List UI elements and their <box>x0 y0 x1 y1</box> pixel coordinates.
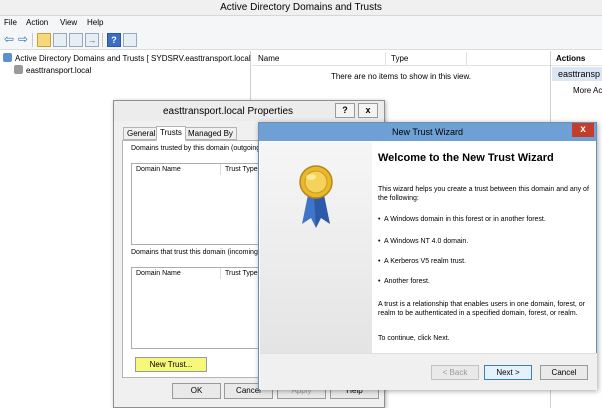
console-pane-icon[interactable] <box>123 33 137 47</box>
domains-trusts-icon <box>3 53 12 62</box>
wizard-title: New Trust Wizard <box>391 127 463 137</box>
outgoing-trusts-list[interactable]: Domain Name Trust Type <box>131 163 261 245</box>
column-header-domain-name[interactable]: Domain Name <box>136 270 181 277</box>
export-list-icon[interactable]: → <box>85 33 99 47</box>
incoming-trusts-list[interactable]: Domain Name Trust Type <box>131 267 261 349</box>
help-icon[interactable]: ? <box>107 33 121 47</box>
actions-header: Actions <box>551 51 602 66</box>
list-header: Name Type <box>252 51 550 66</box>
bullet-glyph: • <box>378 238 381 245</box>
wizard-bullet-text: A Windows domain in this forest or in an… <box>383 216 546 223</box>
wizard-intro: This wizard helps you create a trust bet… <box>378 186 589 202</box>
back-button[interactable]: < Back <box>431 365 479 380</box>
tab-general[interactable]: General <box>123 127 160 140</box>
back-arrow-icon[interactable]: ⇦ <box>2 33 16 47</box>
actions-selected-item[interactable]: easttransp <box>552 67 602 81</box>
wizard-trust-description: A trust is a relationship that enables u… <box>378 301 586 317</box>
toolbar-separator <box>32 33 33 47</box>
wizard-bullet: • A Kerberos V5 realm trust. <box>378 258 466 265</box>
properties-titlebar: easttransport.local Properties ? x <box>114 101 384 121</box>
menu-help[interactable]: Help <box>87 18 103 27</box>
column-header-domain-name[interactable]: Domain Name <box>136 166 181 173</box>
outgoing-trusts-label: Domains trusted by this domain (outgoing <box>131 145 261 152</box>
tree-item-domain[interactable]: easttransport.local <box>14 65 91 76</box>
column-header-type[interactable]: Type <box>391 54 408 63</box>
column-header-name[interactable]: Name <box>258 54 279 63</box>
column-header-trust-type[interactable]: Trust Type <box>225 270 258 277</box>
column-divider[interactable] <box>385 52 386 65</box>
window-titlebar: Active Directory Domains and Trusts <box>0 0 602 16</box>
more-actions-link[interactable]: More Ac <box>573 86 602 95</box>
menu-action[interactable]: Action <box>26 18 48 27</box>
wizard-bullet-text: A Kerberos V5 realm trust. <box>383 258 467 265</box>
wizard-bullet-text: Another forest. <box>383 278 430 285</box>
ok-button[interactable]: OK <box>172 383 221 399</box>
properties-icon[interactable] <box>69 33 83 47</box>
show-hide-tree-icon[interactable] <box>53 33 67 47</box>
menu-view[interactable]: View <box>60 18 77 27</box>
bullet-glyph: • <box>378 216 381 223</box>
column-header-trust-type[interactable]: Trust Type <box>225 166 258 173</box>
bullet-glyph: • <box>378 258 381 265</box>
help-button[interactable]: ? <box>335 103 355 118</box>
column-divider <box>220 164 221 175</box>
wizard-bullet: • Another forest. <box>378 278 430 285</box>
menu-file[interactable]: File <box>4 18 17 27</box>
toolbar: ⇦ ⇨ → ? <box>0 30 602 50</box>
tab-managed-by[interactable]: Managed By <box>184 127 237 140</box>
domain-icon <box>14 65 23 74</box>
tree-item-label: easttransport.local <box>26 66 92 75</box>
menu-bar: File Action View Help <box>0 16 602 30</box>
tree-root-label: Active Directory Domains and Trusts [ SY… <box>15 54 256 63</box>
incoming-trusts-label: Domains that trust this domain (incoming <box>131 249 258 256</box>
properties-title: easttransport.local Properties <box>162 106 294 117</box>
close-button[interactable]: x <box>358 103 378 118</box>
wizard-bullet-text: A Windows NT 4.0 domain. <box>383 238 469 245</box>
wizard-bullet: • A Windows domain in this forest or in … <box>378 216 546 223</box>
wizard-cancel-button[interactable]: Cancel <box>540 365 588 380</box>
wizard-close-button[interactable]: x <box>572 123 594 137</box>
column-divider[interactable] <box>466 52 467 65</box>
wizard-bullet: • A Windows NT 4.0 domain. <box>378 238 468 245</box>
new-trust-button[interactable]: New Trust... <box>135 357 207 372</box>
award-ribbon-icon <box>299 165 333 228</box>
window-title: Active Directory Domains and Trusts <box>220 2 382 13</box>
wizard-footer: < Back Next > Cancel <box>260 353 597 390</box>
wizard-side-banner <box>260 142 372 353</box>
up-folder-icon[interactable] <box>37 33 51 47</box>
toolbar-separator <box>102 33 103 47</box>
wizard-heading: Welcome to the New Trust Wizard <box>378 152 554 164</box>
empty-list-message: There are no items to show in this view. <box>330 72 472 81</box>
next-button[interactable]: Next > <box>484 365 532 380</box>
forward-arrow-icon[interactable]: ⇨ <box>16 33 30 47</box>
tab-trusts[interactable]: Trusts <box>156 126 186 141</box>
tree-root[interactable]: Active Directory Domains and Trusts [ SY… <box>3 53 255 64</box>
wizard-continue-hint: To continue, click Next. <box>378 335 450 342</box>
bullet-glyph: • <box>378 278 381 285</box>
new-trust-wizard: New Trust Wizard x Welcome to the New Tr… <box>258 122 597 390</box>
column-divider <box>220 268 221 279</box>
wizard-titlebar: New Trust Wizard x <box>259 123 596 141</box>
wizard-body: Welcome to the New Trust Wizard This wiz… <box>372 142 596 353</box>
